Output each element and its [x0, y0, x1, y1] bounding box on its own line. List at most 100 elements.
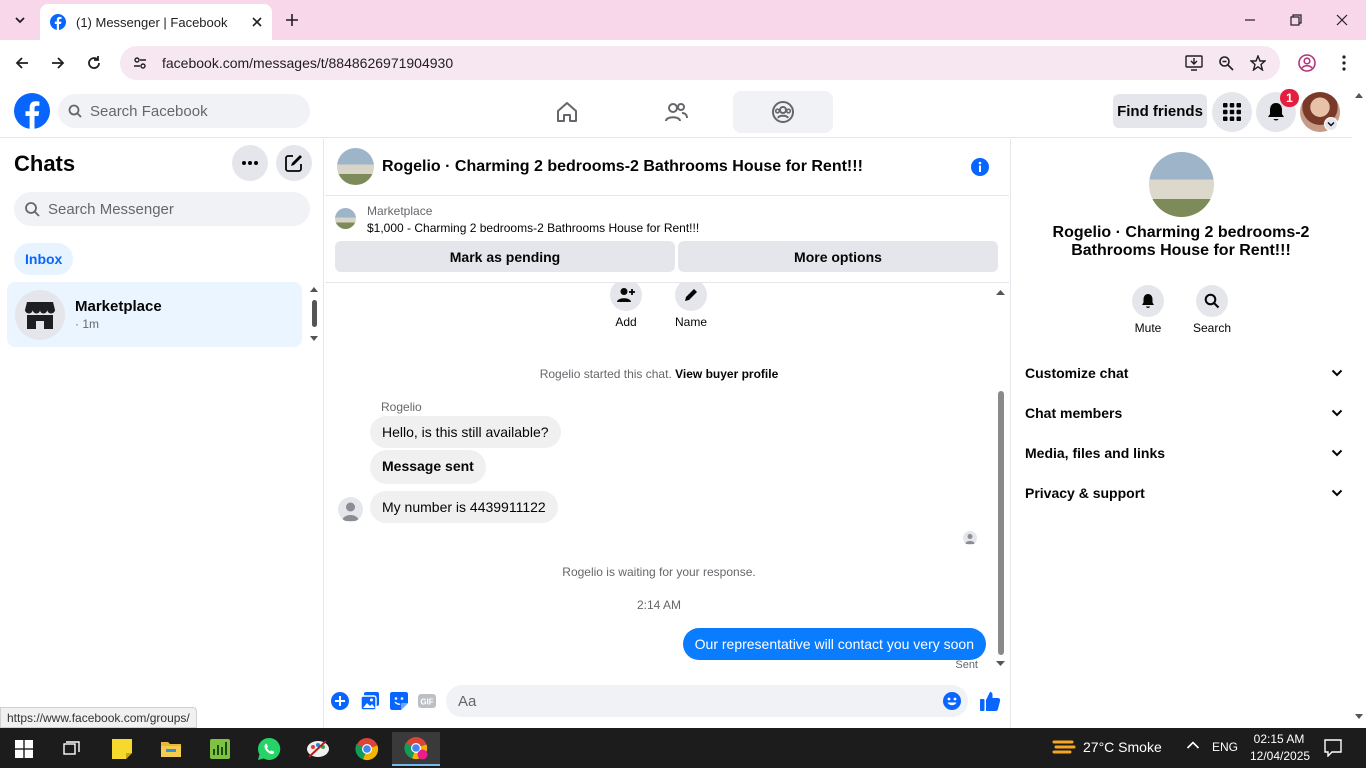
address-bar[interactable]: facebook.com/messages/t/8848626971904930	[120, 46, 1280, 80]
sender-name: Rogelio	[381, 400, 422, 414]
restore-window-icon[interactable]	[1280, 4, 1312, 36]
view-buyer-profile-link[interactable]: View buyer profile	[675, 367, 778, 381]
chrome-icon[interactable]	[347, 732, 387, 766]
paint-app-icon[interactable]	[298, 732, 338, 766]
composer: GIF Aa	[325, 679, 1009, 723]
listing-description: $1,000 - Charming 2 bedrooms-2 Bathrooms…	[367, 221, 700, 235]
chat-list-scrollbar[interactable]	[309, 283, 319, 345]
message-bubble[interactable]: Message sent	[370, 450, 486, 484]
notification-center-icon[interactable]	[1324, 739, 1342, 757]
windows-start-icon[interactable]	[4, 732, 44, 766]
more-options-button[interactable]: More options	[678, 241, 998, 272]
weather-text[interactable]: 27°C Smoke	[1083, 739, 1162, 755]
mute-label: Mute	[1134, 321, 1162, 335]
section-label: Customize chat	[1025, 365, 1129, 381]
inbox-filter-chip[interactable]: Inbox	[14, 243, 74, 275]
chrome-profile-active-icon[interactable]	[392, 732, 440, 766]
facebook-search-input[interactable]: Search Facebook	[58, 94, 310, 128]
messenger-search-input[interactable]: Search Messenger	[14, 192, 310, 226]
media-files-links-section[interactable]: Media, files and links	[1025, 433, 1343, 473]
chat-members-section[interactable]: Chat members	[1025, 393, 1343, 433]
tab-search-chevron-icon[interactable]	[4, 4, 36, 36]
chat-list-item-marketplace[interactable]: Marketplace · 1m	[7, 282, 302, 347]
mark-as-pending-button[interactable]: Mark as pending	[335, 241, 675, 272]
chat-details-pane: Rogelio · Charming 2 bedrooms-2 Bathroom…	[1010, 139, 1352, 729]
gif-icon[interactable]: GIF	[417, 691, 437, 711]
search-in-chat-button[interactable]	[1196, 285, 1228, 317]
attach-photo-icon[interactable]	[360, 691, 380, 711]
back-arrow-icon[interactable]	[6, 47, 38, 79]
task-view-icon[interactable]	[52, 732, 92, 766]
new-message-button[interactable]	[276, 145, 312, 181]
message-input[interactable]: Aa	[446, 685, 968, 717]
add-people-button[interactable]	[610, 283, 642, 311]
new-tab-plus-icon[interactable]	[276, 4, 308, 36]
browser-menu-icon[interactable]	[1328, 47, 1360, 79]
zoom-icon[interactable]	[1210, 47, 1242, 79]
more-actions-plus-icon[interactable]	[330, 691, 350, 711]
emoji-icon[interactable]	[942, 691, 962, 711]
privacy-support-section[interactable]: Privacy & support	[1025, 473, 1343, 513]
chats-options-button[interactable]	[232, 145, 268, 181]
close-window-icon[interactable]	[1326, 4, 1358, 36]
forward-arrow-icon[interactable]	[42, 47, 74, 79]
install-app-icon[interactable]	[1178, 47, 1210, 79]
compose-icon	[285, 154, 303, 172]
nav-friends[interactable]	[642, 90, 710, 134]
thumbs-up-icon[interactable]	[979, 690, 1001, 712]
facebook-logo-icon[interactable]	[14, 93, 50, 129]
name-button[interactable]	[675, 283, 707, 311]
clock-time[interactable]: 02:15 AM	[1250, 732, 1308, 746]
input-language[interactable]: ENG	[1212, 740, 1238, 754]
page-scrollbar[interactable]	[1352, 86, 1366, 728]
nav-home[interactable]	[533, 90, 601, 134]
sticky-notes-icon[interactable]	[102, 732, 142, 766]
whatsapp-icon[interactable]	[249, 732, 289, 766]
find-friends-button[interactable]: Find friends	[1113, 94, 1207, 128]
profile-icon[interactable]	[1291, 47, 1323, 79]
friends-icon	[664, 100, 688, 124]
sender-avatar[interactable]	[338, 497, 363, 522]
section-label: Chat members	[1025, 405, 1123, 421]
chevron-down-icon	[1331, 489, 1343, 497]
groups-icon	[771, 100, 795, 124]
show-hidden-icons-chevron-icon[interactable]	[1186, 740, 1200, 750]
tab-title: (1) Messenger | Facebook	[76, 14, 228, 30]
chats-title: Chats	[14, 151, 76, 176]
minimize-window-icon[interactable]	[1234, 4, 1266, 36]
message-bubble[interactable]: Hello, is this still available?	[370, 416, 561, 448]
clock-date[interactable]: 12/04/2025	[1250, 749, 1310, 763]
listing-bar: Marketplace $1,000 - Charming 2 bedrooms…	[325, 196, 1009, 283]
conversation-title[interactable]: Rogelio · Charming 2 bedrooms-2 Bathroom…	[382, 158, 863, 176]
name-label: Name	[674, 315, 707, 329]
message-bubble[interactable]: My number is 4439911122	[370, 491, 558, 523]
browser-tab-messenger[interactable]: (1) Messenger | Facebook	[40, 4, 272, 40]
my-message-bubble[interactable]: Our representative will contact you very…	[682, 628, 986, 660]
facebook-favicon-icon	[50, 14, 66, 30]
account-chevron-icon[interactable]	[1324, 117, 1338, 131]
reload-icon[interactable]	[78, 47, 110, 79]
details-sections: Customize chat Chat members Media, files…	[1025, 353, 1343, 513]
browser-tab-strip: (1) Messenger | Facebook	[0, 0, 1366, 40]
info-icon[interactable]	[970, 157, 990, 177]
sticker-icon[interactable]	[389, 691, 409, 711]
details-listing-photo[interactable]	[1149, 152, 1214, 217]
menu-button[interactable]	[1212, 92, 1252, 132]
chevron-down-icon	[1331, 409, 1343, 417]
nav-groups-active[interactable]	[733, 91, 833, 133]
facebook-search-placeholder: Search Facebook	[90, 102, 208, 120]
details-title: Rogelio · Charming 2 bedrooms-2 Bathroom…	[1052, 224, 1310, 259]
url-text: facebook.com/messages/t/8848626971904930	[162, 55, 454, 71]
customize-chat-section[interactable]: Customize chat	[1025, 353, 1343, 393]
tab-close-icon[interactable]	[252, 17, 262, 27]
spreadsheet-app-icon[interactable]	[200, 732, 240, 766]
site-settings-icon[interactable]	[132, 55, 148, 71]
file-explorer-icon[interactable]	[151, 732, 191, 766]
message-input-placeholder: Aa	[458, 693, 477, 710]
bookmark-star-icon[interactable]	[1242, 47, 1274, 79]
listing-thumbnail[interactable]	[337, 148, 374, 185]
weather-icon[interactable]	[1052, 736, 1076, 758]
svg-text:GIF: GIF	[420, 698, 433, 707]
mute-button[interactable]	[1132, 285, 1164, 317]
messages-scrollbar[interactable]	[995, 287, 1006, 669]
